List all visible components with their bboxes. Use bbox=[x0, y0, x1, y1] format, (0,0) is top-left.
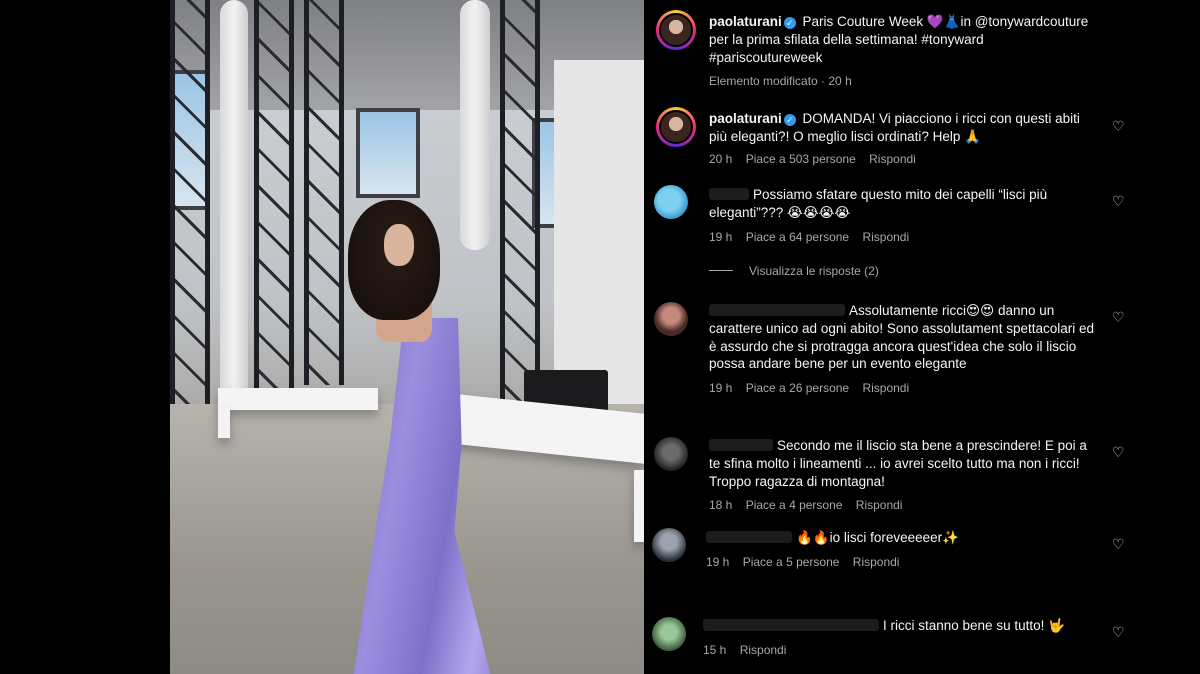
comment-avatar[interactable] bbox=[652, 617, 686, 651]
verified-badge-icon: ✓ bbox=[783, 17, 796, 29]
comment-time: 18 h bbox=[709, 498, 733, 513]
author-avatar[interactable] bbox=[656, 10, 696, 50]
comment-avatar[interactable] bbox=[652, 528, 686, 562]
pillar bbox=[460, 0, 490, 250]
pillar bbox=[220, 0, 248, 400]
stage-truss bbox=[500, 0, 540, 405]
comment-username[interactable] bbox=[709, 188, 749, 200]
comment-text: Possiamo sfatare questo mito dei capelli… bbox=[709, 187, 1048, 220]
comment-username[interactable] bbox=[703, 619, 879, 631]
comment-likes[interactable]: Piace a 64 persone bbox=[746, 230, 849, 244]
reply-button[interactable]: Rispondi bbox=[862, 381, 909, 395]
comment-item: Assolutamente ricci😍😍 danno un carattere… bbox=[709, 302, 1099, 395]
comment-avatar[interactable] bbox=[654, 437, 688, 471]
model-face bbox=[384, 224, 414, 266]
reply-button[interactable]: Rispondi bbox=[856, 498, 903, 512]
comment-item: I ricci stanno bene su tutto! 🤟 15 h Ris… bbox=[703, 617, 1093, 657]
comment-time: 19 h bbox=[709, 381, 733, 396]
caption-username[interactable]: paolaturani bbox=[709, 14, 782, 29]
avatar-image bbox=[659, 13, 693, 47]
heart-outline-icon[interactable]: ♡ bbox=[1112, 537, 1126, 551]
comment-avatar[interactable] bbox=[654, 185, 688, 219]
post-photo bbox=[170, 0, 644, 674]
stage-truss bbox=[304, 0, 344, 385]
window bbox=[356, 108, 420, 198]
comment-item: 🔥🔥io lisci foreveeeeer✨ 19 h Piace a 5 p… bbox=[706, 529, 1096, 569]
comment-time: 19 h bbox=[706, 554, 730, 569]
comment-time: 15 h bbox=[703, 642, 727, 657]
comment-likes[interactable]: Piace a 5 persone bbox=[743, 555, 840, 569]
reply-button[interactable]: Rispondi bbox=[740, 643, 787, 657]
comment-text: 🔥🔥io lisci foreveeeeer✨ bbox=[796, 530, 959, 545]
heart-outline-icon[interactable]: ♡ bbox=[1112, 194, 1126, 208]
runway-bench bbox=[218, 388, 378, 410]
comment-item: Possiamo sfatare questo mito dei capelli… bbox=[709, 186, 1099, 244]
avatar-image bbox=[659, 110, 693, 144]
caption-meta: Elemento modificato · 20 h bbox=[709, 74, 852, 89]
heart-outline-icon[interactable]: ♡ bbox=[1112, 310, 1126, 324]
comment-item: Secondo me il liscio sta bene a prescind… bbox=[709, 437, 1099, 512]
comment-text: I ricci stanno bene su tutto! 🤟 bbox=[883, 618, 1065, 633]
comment-username[interactable] bbox=[709, 439, 773, 451]
comment-time: 19 h bbox=[709, 229, 733, 244]
stage-truss bbox=[170, 0, 210, 410]
comment-time: 20 h bbox=[709, 151, 733, 166]
comment-likes[interactable]: Piace a 503 persone bbox=[746, 152, 856, 166]
divider-line bbox=[709, 270, 733, 271]
stage-truss bbox=[254, 0, 294, 390]
post-caption: paolaturani ✓ Paris Couture Week 💜👗in @to… bbox=[709, 13, 1099, 88]
comment-username[interactable] bbox=[706, 531, 792, 543]
heart-outline-icon[interactable]: ♡ bbox=[1112, 445, 1126, 459]
comment-item: paolaturani ✓ DOMANDA! Vi piacciono i ric… bbox=[709, 110, 1099, 166]
comments-panel: paolaturani ✓ Paris Couture Week 💜👗in @to… bbox=[644, 0, 1144, 674]
reply-button[interactable]: Rispondi bbox=[862, 230, 909, 244]
heart-outline-icon[interactable]: ♡ bbox=[1112, 119, 1126, 133]
verified-badge-icon: ✓ bbox=[783, 114, 796, 126]
view-replies-button[interactable]: Visualizza le risposte (2) bbox=[709, 264, 879, 278]
view-replies-label: Visualizza le risposte (2) bbox=[749, 264, 879, 278]
bench-leg bbox=[634, 470, 644, 542]
comment-username[interactable] bbox=[709, 304, 845, 316]
reply-button[interactable]: Rispondi bbox=[869, 152, 916, 166]
reply-button[interactable]: Rispondi bbox=[853, 555, 900, 569]
comment-avatar[interactable] bbox=[654, 302, 688, 336]
comment-avatar[interactable] bbox=[656, 107, 696, 147]
heart-outline-icon[interactable]: ♡ bbox=[1112, 625, 1126, 639]
comment-username[interactable]: paolaturani bbox=[709, 111, 782, 126]
comment-likes[interactable]: Piace a 26 persone bbox=[746, 381, 849, 395]
bench-leg bbox=[218, 408, 230, 438]
comment-likes[interactable]: Piace a 4 persone bbox=[746, 498, 843, 512]
